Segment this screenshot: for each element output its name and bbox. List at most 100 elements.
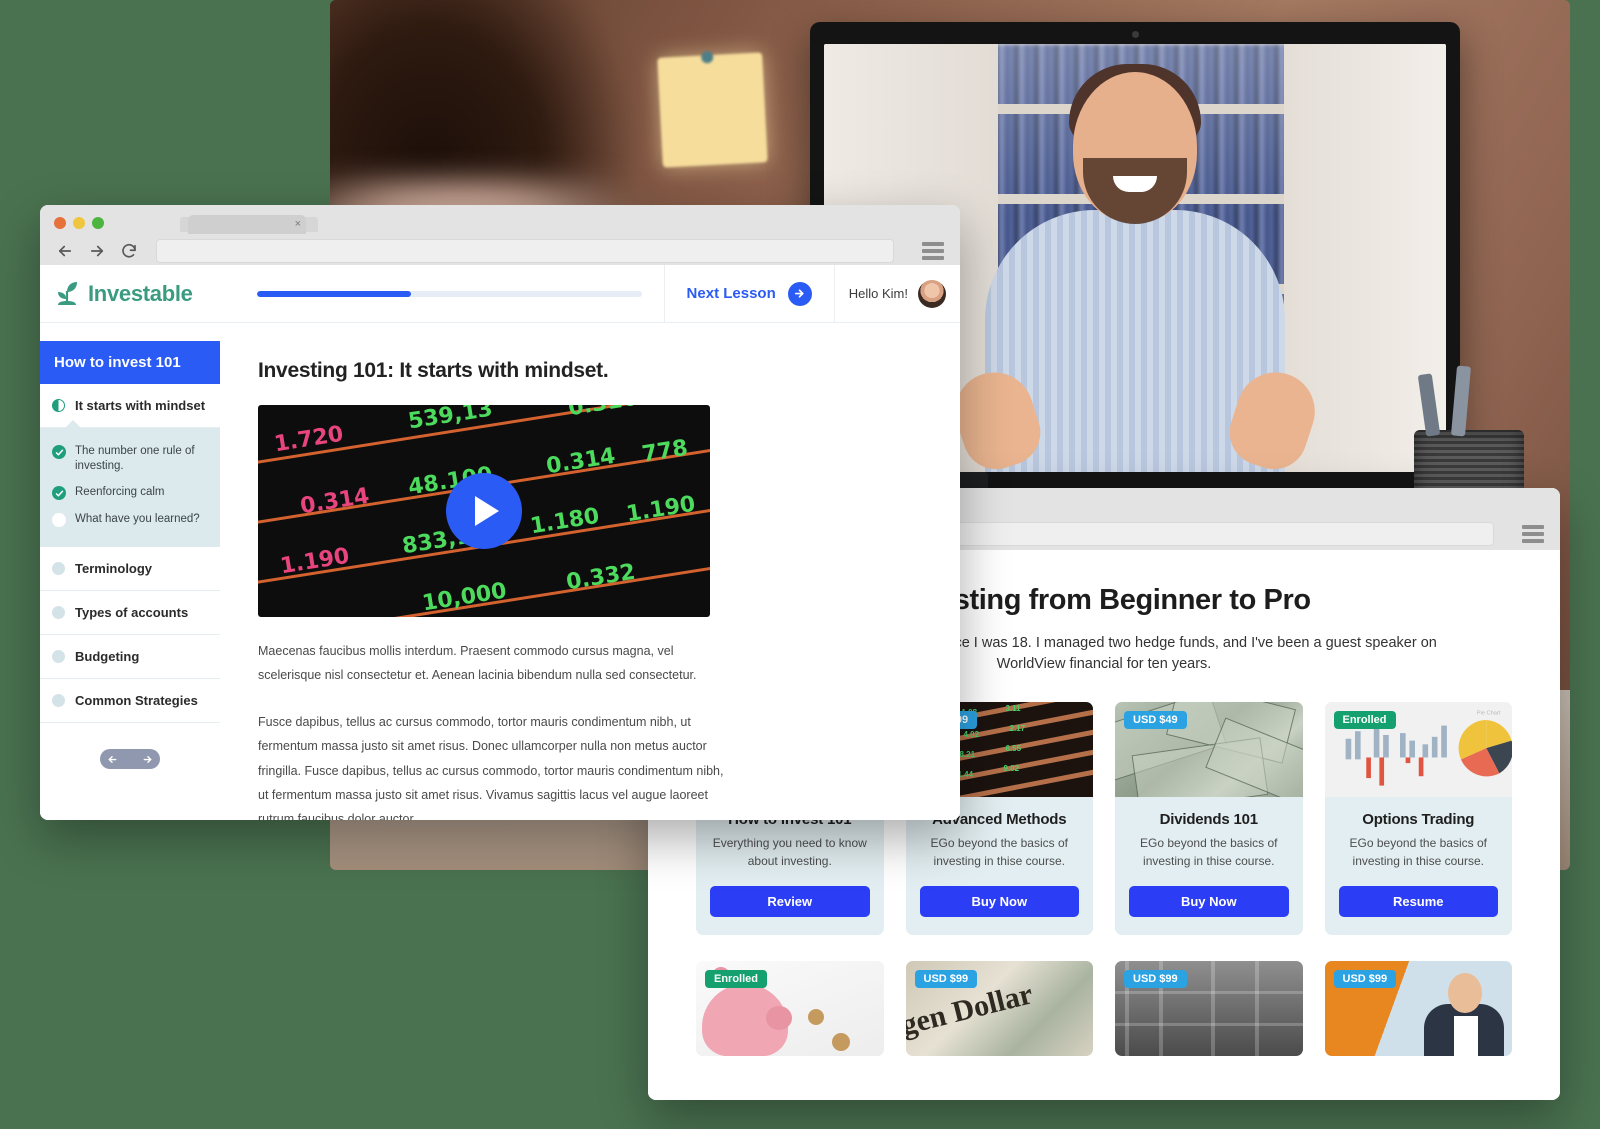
course-thumbnail: USD $99 — [1324, 961, 1512, 1057]
avatar[interactable] — [918, 279, 946, 308]
reload-icon[interactable] — [120, 242, 138, 260]
sidebar-item-common-strategies[interactable]: Common Strategies — [40, 679, 220, 724]
progress-bullet-icon — [52, 399, 65, 412]
sidebar-sublesson-list: The number one rule of investing. Reenfo… — [40, 419, 220, 548]
course-progress — [235, 265, 665, 322]
sublesson-label: Reenforcing calm — [75, 486, 165, 499]
forward-arrow-icon[interactable] — [88, 242, 106, 260]
course-description: Everything you need to know about invest… — [712, 836, 867, 869]
next-lesson-label: Next Lesson — [686, 285, 776, 302]
browser-toolbar — [54, 231, 946, 273]
sidebar-item-terminology[interactable]: Terminology — [40, 547, 220, 592]
module-bullet-icon — [52, 562, 65, 576]
next-lesson-button[interactable]: Next Lesson — [665, 265, 835, 322]
course-thumbnail: Pie Chart Enrolled — [1324, 702, 1512, 798]
brand-logo[interactable]: Investable — [40, 279, 235, 309]
pager-next-icon[interactable] — [142, 754, 153, 765]
app-body: How to invest 101 It starts with mindset… — [40, 323, 960, 820]
list-item[interactable]: Reenforcing calm — [52, 479, 208, 506]
browser-tab[interactable]: × — [188, 215, 306, 234]
course-sidebar: How to invest 101 It starts with mindset… — [40, 323, 236, 820]
sidebar-course-title[interactable]: How to invest 101 — [40, 341, 236, 387]
course-thumbnail: USD $99 — [1115, 961, 1303, 1057]
course-badge: Enrolled — [705, 970, 768, 989]
screenshot-stage: × Investing from Beginner to Pro Hello! … — [0, 0, 1600, 1129]
close-tab-icon[interactable]: × — [295, 216, 301, 232]
course-cta-button[interactable]: Buy Now — [1129, 886, 1289, 918]
user-greeting[interactable]: Hello Kim! — [835, 279, 960, 308]
greeting-text: Hello Kim! — [848, 286, 908, 301]
module-bullet-icon — [52, 606, 65, 620]
address-bar[interactable] — [156, 239, 894, 263]
course-title: Options Trading — [1362, 811, 1475, 829]
course-badge: Enrolled — [1333, 711, 1396, 730]
course-grid-row-2: Enrolled gen Dollar USD $99 USD $99 USD … — [696, 961, 1512, 1057]
course-card-body: Options Trading EGo beyond the basics of… — [1325, 797, 1513, 870]
progress-track — [257, 290, 642, 297]
course-card[interactable]: USD $99 — [1115, 961, 1303, 1057]
video-call-speaker — [945, 64, 1325, 472]
check-icon — [52, 486, 66, 501]
course-description: EGo beyond the basics of investing in th… — [930, 836, 1068, 869]
lesson-paragraph-1: Maecenas faucibus mollis interdum. Praes… — [258, 644, 697, 683]
sidebar-item-label: It starts with mindset — [75, 398, 206, 413]
course-card[interactable]: Pie Chart Enrolled Options Trading EGo b… — [1324, 702, 1513, 936]
pager-pill[interactable] — [100, 749, 160, 770]
course-title: Dividends 101 — [1159, 811, 1258, 829]
close-window-button[interactable] — [54, 217, 66, 229]
sidebar-item-label: Types of accounts — [75, 605, 189, 621]
course-card-body: Dividends 101 EGo beyond the basics of i… — [1115, 797, 1303, 870]
course-card[interactable]: gen Dollar USD $99 — [905, 961, 1093, 1057]
course-thumbnail: Enrolled — [696, 961, 884, 1057]
browser-menu-icon[interactable] — [1522, 525, 1544, 543]
play-icon — [475, 496, 499, 526]
sidebar-item-label: Terminology — [75, 561, 153, 577]
course-badge: USD $99 — [1124, 970, 1187, 989]
lesson-video[interactable]: 1.720 539,13 0.316 25 0.314 48.100 0.314… — [258, 405, 710, 617]
progress-fill — [257, 290, 411, 297]
svg-text:Pie Chart: Pie Chart — [1476, 711, 1500, 717]
course-cta-button[interactable]: Buy Now — [919, 886, 1079, 918]
course-card[interactable]: USD $99 — [1324, 961, 1512, 1057]
webcam-icon — [1132, 31, 1139, 38]
course-card[interactable]: Enrolled — [696, 961, 884, 1057]
module-bullet-icon — [52, 694, 65, 708]
course-cta-button[interactable]: Review — [710, 886, 870, 918]
list-item[interactable]: The number one rule of investing. — [52, 438, 208, 479]
course-thumbnail: USD $49 — [1115, 702, 1303, 798]
sidebar-pager — [40, 723, 220, 795]
brand-name: Investable — [88, 280, 193, 306]
page-title: Investing 101: It starts with mindset. — [258, 359, 609, 382]
play-button[interactable] — [446, 473, 522, 549]
sidebar-item-budgeting[interactable]: Budgeting — [40, 635, 220, 680]
pager-prev-icon[interactable] — [107, 754, 118, 765]
minimize-window-button[interactable] — [73, 217, 85, 229]
back-arrow-icon[interactable] — [56, 242, 74, 260]
arrow-right-icon — [787, 281, 812, 306]
module-bullet-icon — [52, 650, 65, 664]
sidebar-item-label: Budgeting — [75, 649, 140, 665]
list-item[interactable]: What have you learned? — [52, 506, 208, 533]
course-cta-button[interactable]: Resume — [1338, 886, 1498, 918]
lesson-paragraph-2: Fusce dapibus, tellus ac cursus commodo,… — [258, 714, 724, 820]
lesson-content: Investing 101: It starts with mindset. 1… — [220, 323, 960, 820]
sidebar-item-label: Common Strategies — [75, 693, 198, 709]
course-thumbnail: gen Dollar USD $99 — [905, 961, 1093, 1057]
sublesson-label: What have you learned? — [75, 513, 200, 526]
course-description: EGo beyond the basics of investing in th… — [1349, 836, 1487, 869]
sidebar-item-types-of-accounts[interactable]: Types of accounts — [40, 591, 220, 636]
sticky-note — [657, 52, 768, 168]
app-header: Investable Next Lesson Hello Kim! — [40, 265, 960, 323]
sublesson-label: The number one rule of investing. — [75, 445, 195, 472]
maximize-window-button[interactable] — [92, 217, 104, 229]
check-icon — [52, 445, 66, 459]
browser-tab-strip[interactable]: × — [188, 215, 306, 234]
browser-chrome: × — [40, 205, 960, 265]
course-card[interactable]: USD $49 Dividends 101 EGo beyond the bas… — [1115, 702, 1303, 936]
browser-menu-icon[interactable] — [922, 242, 944, 260]
course-badge: USD $49 — [1124, 711, 1187, 730]
course-badge: USD $99 — [914, 970, 978, 989]
seedling-icon — [58, 281, 77, 305]
course-badge: USD $99 — [1333, 970, 1397, 989]
course-description: EGo beyond the basics of investing in th… — [1140, 836, 1278, 869]
